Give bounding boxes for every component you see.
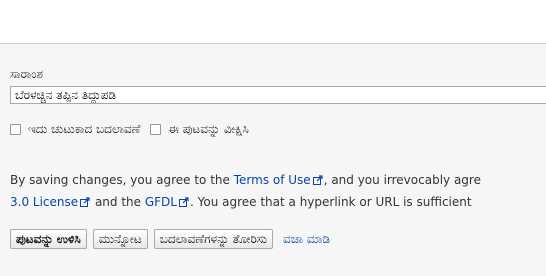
terms-of-use-link[interactable]: Terms of Use (234, 173, 311, 187)
external-link-icon (80, 197, 90, 207)
cancel-link[interactable]: ವಜಾ ಮಾಡಿ (283, 232, 330, 247)
legal-line-1: By saving changes, you agree to the Term… (10, 173, 481, 187)
edit-buttons: ಪುಟವನ್ನು ಉಳಿಸಿ ಮುನ್ನೋಟ ಬದಲಾವಣೆಗಳನ್ನು ತೋರ… (10, 228, 330, 250)
summary-label: ಸಾರಾಂಶ (10, 67, 44, 81)
license-link[interactable]: 3.0 License (10, 195, 78, 209)
show-changes-button[interactable]: ಬದಲಾವಣೆಗಳನ್ನು ತೋರಿಸು (153, 229, 273, 249)
preview-button[interactable]: ಮುನ್ನೋಟ (92, 229, 148, 249)
gfdl-link[interactable]: GFDL (145, 195, 177, 209)
watch-page-checkbox[interactable] (150, 123, 162, 135)
external-link-icon (179, 197, 189, 207)
summary-input[interactable]: ಬೆರಳಚ್ಚಿನ ತಪ್ಪಿನ ತಿದ್ದುಪಡಿ (10, 86, 546, 104)
editor-bottom-edge (0, 0, 546, 44)
edit-options: ಇದು ಚುಟುಕಾದ ಬದಲಾವಣೆ ಈ ಪುಟವನ್ನು ವೀಕ್ಷಿಸಿ (10, 120, 249, 138)
minor-edit-label[interactable]: ಇದು ಚುಟುಕಾದ ಬದಲಾವಣೆ (28, 122, 140, 137)
external-link-icon (312, 175, 323, 185)
legal-notice: By saving changes, you agree to the Term… (10, 169, 546, 213)
watch-page-label[interactable]: ಈ ಪುಟವನ್ನು ವೀಕ್ಷಿಸಿ (168, 122, 249, 137)
minor-edit-checkbox[interactable] (10, 123, 21, 135)
save-page-button[interactable]: ಪುಟವನ್ನು ಉಳಿಸಿ (10, 229, 87, 249)
legal-line-2: 3.0 License and the GFDL. You agree that… (10, 195, 472, 209)
